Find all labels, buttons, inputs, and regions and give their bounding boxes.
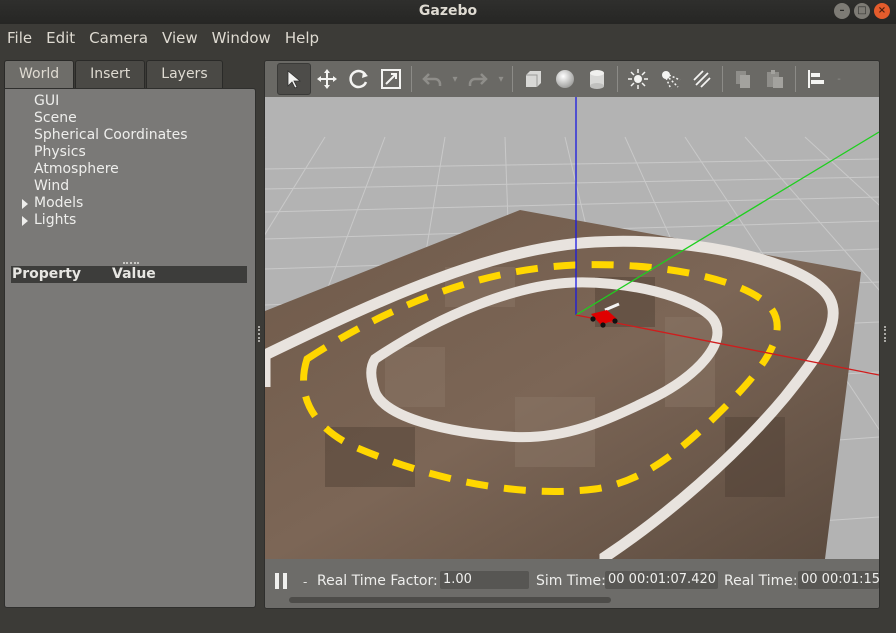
- window-titlebar: Gazebo – □ ×: [0, 0, 896, 24]
- tree-item-label: Lights: [34, 212, 77, 228]
- real-time-factor-label: Real Time Factor:: [317, 573, 438, 589]
- tree-item-label: Physics: [34, 144, 86, 160]
- scene-viewport[interactable]: [265, 97, 879, 559]
- property-table-header: Property Value: [11, 266, 247, 283]
- left-panel: World Insert Layers GUI Scene Spherical …: [4, 60, 256, 608]
- sim-time-field: 00 00:01:07.420: [605, 571, 718, 589]
- box-icon[interactable]: [517, 64, 549, 94]
- maximize-icon[interactable]: □: [854, 3, 870, 19]
- property-column-header: Property: [12, 266, 82, 282]
- toolbar: ▾ ▾ -: [265, 61, 879, 97]
- scale-icon[interactable]: [375, 64, 407, 94]
- render-panel: ▾ ▾ - - Real Time Factor: 1.00 Sim Time:…: [264, 60, 880, 609]
- tree-item-atmosphere[interactable]: Atmosphere: [5, 161, 188, 178]
- tree-item-lights[interactable]: Lights: [5, 212, 188, 229]
- toolbar-separator: [411, 66, 412, 92]
- tree-item-spherical-coordinates[interactable]: Spherical Coordinates: [5, 127, 188, 144]
- tab-layers[interactable]: Layers: [146, 60, 223, 88]
- point-light-icon[interactable]: [622, 64, 654, 94]
- real-time-field: 00 00:01:15: [798, 571, 879, 589]
- snap-icon[interactable]: -: [832, 64, 846, 94]
- menu-camera[interactable]: Camera: [82, 24, 155, 52]
- real-time-label: Real Time:: [724, 573, 798, 589]
- expand-arrow-icon[interactable]: [22, 199, 28, 209]
- tree-item-label: Models: [34, 195, 84, 211]
- sphere-icon[interactable]: [549, 64, 581, 94]
- minimize-icon[interactable]: –: [834, 3, 850, 19]
- expand-arrow-icon[interactable]: [22, 216, 28, 226]
- paste-icon[interactable]: [759, 64, 791, 94]
- value-column-header: Value: [112, 266, 156, 282]
- scene-render: [265, 97, 879, 559]
- menu-window[interactable]: Window: [205, 24, 278, 52]
- tree-item-scene[interactable]: Scene: [5, 110, 188, 127]
- splitter-handle[interactable]: [123, 262, 139, 264]
- real-time-factor-field: 1.00: [440, 571, 529, 589]
- tree-item-models[interactable]: Models: [5, 195, 188, 212]
- tree-item-label: Scene: [34, 110, 77, 126]
- tree-item-wind[interactable]: Wind: [5, 178, 188, 195]
- tree-item-gui[interactable]: GUI: [5, 93, 188, 110]
- toolbar-separator: [617, 66, 618, 92]
- menu-edit[interactable]: Edit: [39, 24, 82, 52]
- tree-item-label: Wind: [34, 178, 70, 194]
- translate-icon[interactable]: [311, 64, 343, 94]
- left-panel-tabs: World Insert Layers: [4, 60, 223, 88]
- select-arrow-icon[interactable]: [277, 63, 311, 95]
- toolbar-separator: [795, 66, 796, 92]
- pause-icon[interactable]: [275, 573, 289, 589]
- menu-view[interactable]: View: [155, 24, 205, 52]
- step-button[interactable]: -: [303, 575, 307, 589]
- undo-dropdown-icon[interactable]: ▾: [448, 64, 462, 94]
- toolbar-separator: [722, 66, 723, 92]
- redo-dropdown-icon[interactable]: ▾: [494, 64, 508, 94]
- spot-light-icon[interactable]: [654, 64, 686, 94]
- tree-item-label: GUI: [34, 93, 60, 109]
- right-splitter-handle[interactable]: [884, 326, 888, 342]
- tab-insert[interactable]: Insert: [75, 60, 146, 88]
- tree-item-label: Spherical Coordinates: [34, 127, 188, 143]
- directional-light-icon[interactable]: [686, 64, 718, 94]
- rotate-icon[interactable]: [343, 64, 375, 94]
- copy-icon[interactable]: [727, 64, 759, 94]
- tab-world[interactable]: World: [4, 60, 75, 88]
- window-title: Gazebo: [418, 3, 478, 19]
- close-icon[interactable]: ×: [874, 3, 890, 19]
- sim-time-label: Sim Time:: [536, 573, 606, 589]
- menu-file[interactable]: File: [0, 24, 39, 52]
- bottom-status-bar: - Real Time Factor: 1.00 Sim Time: 00 00…: [265, 559, 879, 608]
- horizontal-scrollbar[interactable]: [289, 597, 611, 603]
- menu-help[interactable]: Help: [278, 24, 326, 52]
- tree-item-label: Atmosphere: [34, 161, 119, 177]
- world-tree: GUI Scene Spherical Coordinates Physics …: [5, 93, 188, 229]
- undo-icon[interactable]: [416, 64, 448, 94]
- align-icon[interactable]: [800, 64, 832, 94]
- left-splitter-handle[interactable]: [258, 326, 262, 342]
- menubar: File Edit Camera View Window Help: [0, 24, 896, 52]
- cylinder-icon[interactable]: [581, 64, 613, 94]
- toolbar-separator: [512, 66, 513, 92]
- tree-item-physics[interactable]: Physics: [5, 144, 188, 161]
- redo-icon[interactable]: [462, 64, 494, 94]
- world-tree-panel: GUI Scene Spherical Coordinates Physics …: [4, 88, 256, 608]
